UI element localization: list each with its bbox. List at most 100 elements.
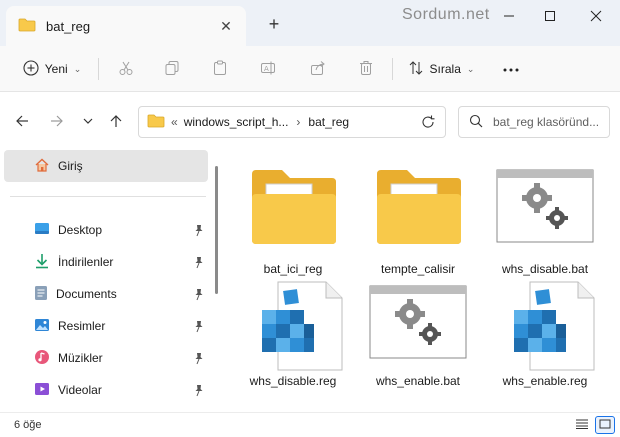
chevron-down-icon: ⌄ [73, 63, 82, 74]
close-window-button[interactable] [581, 4, 611, 28]
sidebar-item-downloads[interactable]: İndirilenler [4, 246, 208, 278]
clipboard-icon [212, 60, 228, 79]
file-name: whs_disable.reg [249, 374, 337, 388]
desktop-icon [34, 222, 50, 239]
pin-icon[interactable] [192, 351, 206, 365]
sidebar-scrollbar[interactable] [215, 166, 218, 294]
new-button-label: Yeni [44, 62, 68, 76]
arrow-left-icon [15, 114, 29, 131]
pin-icon[interactable] [192, 223, 206, 237]
file-item[interactable]: whs_disable.bat [490, 168, 600, 276]
file-item[interactable]: whs_enable.reg [490, 280, 600, 388]
sort-button-label: Sırala [429, 62, 461, 76]
rename-icon: A [260, 60, 276, 79]
pin-icon[interactable] [192, 383, 206, 397]
details-view-button[interactable] [572, 416, 592, 434]
videos-icon [34, 382, 50, 399]
more-dots-icon [502, 62, 520, 76]
title-bar: bat_reg ✕ + Sordum.net [0, 0, 620, 46]
sidebar-item-pictures[interactable]: Resimler [4, 310, 208, 342]
folder-icon [147, 114, 165, 131]
breadcrumb-separator[interactable]: › [296, 115, 300, 129]
chevron-down-icon: ⌄ [466, 63, 475, 74]
share-button[interactable] [306, 55, 330, 83]
sidebar-item-label: Resimler [58, 319, 106, 333]
sidebar-item-label: Videolar [58, 383, 102, 397]
search-input[interactable]: bat_reg klasöründ... [458, 106, 610, 138]
breadcrumb-parent[interactable]: windows_script_h... [184, 115, 289, 129]
batch-file-icon [490, 168, 600, 260]
registry-file-icon [490, 280, 600, 372]
maximize-button[interactable] [535, 4, 565, 28]
watermark: Sordum.net [402, 6, 490, 23]
scissors-icon [118, 60, 134, 79]
sidebar-item-desktop[interactable]: Desktop [4, 214, 208, 246]
close-tab-icon[interactable]: ✕ [216, 16, 236, 36]
sidebar-item-home[interactable]: Giriş [4, 150, 208, 182]
file-name: whs_disable.bat [501, 262, 589, 276]
music-icon [34, 349, 50, 368]
up-button[interactable] [106, 112, 126, 132]
arrow-up-icon [109, 114, 123, 131]
new-tab-button[interactable]: + [262, 12, 286, 36]
sidebar-item-documents[interactable]: Documents [4, 278, 208, 310]
file-name: whs_enable.bat [375, 374, 461, 388]
file-item[interactable]: whs_enable.bat [363, 280, 473, 388]
file-item[interactable]: whs_disable.reg [238, 280, 348, 388]
sidebar-item-label: Desktop [58, 223, 103, 237]
list-view-icon [576, 418, 588, 432]
large-icons-view-button[interactable] [595, 416, 615, 434]
pin-icon[interactable] [192, 255, 206, 269]
more-options-button[interactable] [498, 55, 524, 83]
copy-button[interactable] [160, 55, 184, 83]
batch-file-icon [363, 280, 473, 372]
navigation-bar: « windows_script_h... › bat_reg bat_reg … [0, 92, 620, 148]
search-icon [469, 114, 483, 131]
command-bar: Yeni ⌄ A Sırala ⌄ [0, 46, 620, 92]
navigation-pane: Giriş Desktop İndirilenler Documents Res… [0, 148, 222, 412]
delete-button[interactable] [354, 55, 378, 83]
tab-bat-reg[interactable]: bat_reg ✕ [6, 6, 246, 46]
sidebar-item-label: Giriş [58, 159, 83, 173]
chevron-down-icon [82, 114, 94, 130]
file-name: bat_ici_reg [263, 262, 323, 276]
file-item[interactable]: bat_ici_reg [238, 168, 348, 276]
recent-locations-button[interactable] [78, 112, 98, 132]
folder-icon [363, 168, 473, 260]
file-name: tempte_calisir [380, 262, 456, 276]
sidebar-item-label: Documents [56, 287, 117, 301]
toolbar-divider [392, 58, 393, 80]
trash-icon [358, 60, 374, 79]
new-button[interactable]: Yeni ⌄ [16, 55, 88, 83]
paste-button[interactable] [208, 55, 232, 83]
status-bar: 6 öğe [0, 412, 620, 437]
plus-circle-icon [23, 59, 39, 79]
forward-button[interactable] [47, 112, 67, 132]
minimize-button[interactable] [494, 4, 524, 28]
pin-icon[interactable] [192, 319, 206, 333]
copy-icon [164, 60, 180, 79]
breadcrumb-current[interactable]: bat_reg [308, 115, 349, 129]
breadcrumb-overflow[interactable]: « [171, 115, 178, 129]
search-placeholder: bat_reg klasöründ... [493, 115, 600, 129]
cut-button[interactable] [114, 55, 138, 83]
back-button[interactable] [12, 112, 32, 132]
tab-title: bat_reg [46, 18, 91, 34]
refresh-icon[interactable] [421, 115, 435, 132]
address-bar[interactable]: « windows_script_h... › bat_reg [138, 106, 446, 138]
file-item[interactable]: tempte_calisir [363, 168, 473, 276]
sidebar-item-music[interactable]: Müzikler [4, 342, 208, 374]
file-name: whs_enable.reg [502, 374, 588, 388]
file-view: bat_ici_reg tempte_calisir whs_disable.b… [222, 148, 620, 412]
documents-icon [34, 285, 48, 304]
sort-icon [408, 60, 424, 79]
rename-button[interactable]: A [256, 55, 280, 83]
home-icon [34, 157, 50, 176]
sort-button[interactable]: Sırala ⌄ [404, 55, 478, 83]
sidebar-item-videos[interactable]: Videolar [4, 374, 208, 406]
pin-icon[interactable] [192, 287, 206, 301]
folder-icon [18, 18, 36, 35]
arrow-right-icon [50, 114, 64, 131]
sidebar-item-label: İndirilenler [58, 255, 114, 269]
sidebar-item-label: Müzikler [58, 351, 103, 365]
